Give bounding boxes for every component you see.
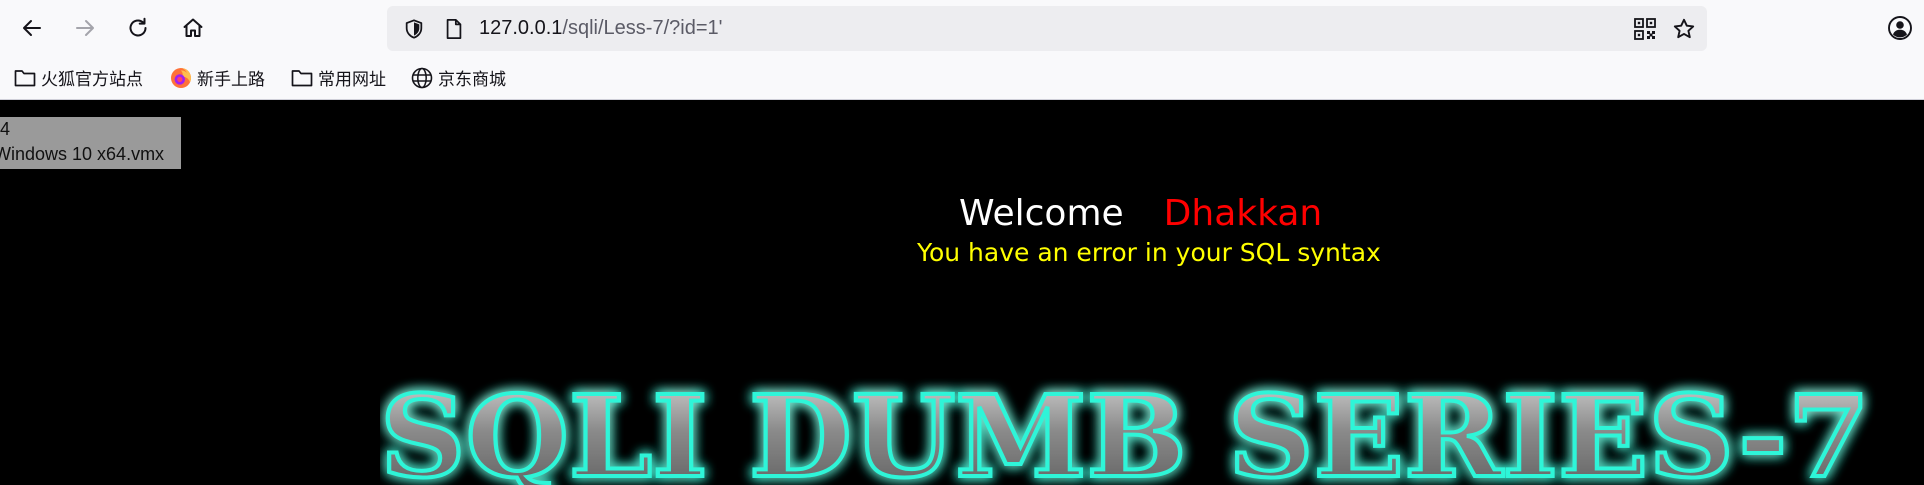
account-button[interactable] — [1882, 10, 1918, 46]
bookmark-firefox-official[interactable]: 火狐官方站点 — [14, 56, 143, 99]
bookmark-common-sites[interactable]: 常用网址 — [291, 56, 386, 99]
qr-code-button[interactable] — [1629, 6, 1661, 51]
arrow-left-icon — [23, 20, 41, 36]
bookmark-label: 常用网址 — [318, 70, 386, 90]
url-host: 127.0.0.1 — [479, 17, 563, 39]
arrow-right-icon — [76, 20, 94, 36]
bookmark-jd-mall[interactable]: 京东商城 — [411, 56, 506, 99]
bookmarks-toolbar: 火狐官方站点 新手上路 常用网址 京东商城 — [0, 56, 1924, 100]
url-path: /sqli/Less-7/?id=1' — [562, 17, 723, 39]
star-icon — [1673, 18, 1695, 38]
bookmark-getting-started[interactable]: 新手上路 — [170, 56, 265, 99]
folder-icon — [14, 69, 36, 86]
address-bar[interactable]: 127.0.0.1/sqli/Less-7/?id=1' — [387, 6, 1707, 51]
tooltip-line: 4 — [0, 119, 11, 139]
sql-error-message: You have an error in your SQL syntax — [917, 238, 1381, 267]
reload-button[interactable] — [120, 10, 156, 46]
vm-tooltip: 4 Windows 10 x64.vmx — [0, 117, 181, 169]
shield-icon — [405, 18, 423, 39]
url-text[interactable]: 127.0.0.1/sqli/Less-7/?id=1' — [479, 6, 722, 51]
home-button[interactable] — [175, 10, 211, 46]
back-button[interactable] — [14, 10, 50, 46]
series-banner-image: SQLI DUMB SERIES-7 — [380, 360, 1880, 485]
firefox-icon — [171, 67, 191, 88]
welcome-text: Welcome — [959, 193, 1124, 234]
site-info-button[interactable] — [439, 6, 469, 51]
forward-button[interactable] — [67, 10, 103, 46]
bookmark-label: 新手上路 — [197, 70, 265, 90]
reload-icon — [129, 17, 147, 37]
tracking-protection-button[interactable] — [397, 6, 431, 51]
username-text: Dhakkan — [1163, 193, 1323, 234]
tooltip-line: Windows 10 x64.vmx — [0, 144, 165, 164]
home-icon — [183, 18, 203, 37]
page-content: 4 Windows 10 x64.vmx Welcome Dhakkan You … — [0, 100, 1924, 485]
qr-code-icon — [1634, 17, 1656, 40]
globe-icon — [411, 67, 433, 88]
banner-title-text: SQLI DUMB SERIES-7 — [380, 372, 1870, 485]
page-icon — [446, 18, 462, 39]
account-icon — [1888, 16, 1912, 40]
welcome-heading: Welcome Dhakkan — [959, 192, 1322, 236]
bookmark-label: 京东商城 — [438, 70, 506, 90]
browser-toolbar: 127.0.0.1/sqli/Less-7/?id=1' — [0, 0, 1924, 56]
folder-icon — [291, 69, 313, 86]
bookmark-label: 火狐官方站点 — [41, 70, 143, 90]
bookmark-page-button[interactable] — [1667, 6, 1701, 51]
